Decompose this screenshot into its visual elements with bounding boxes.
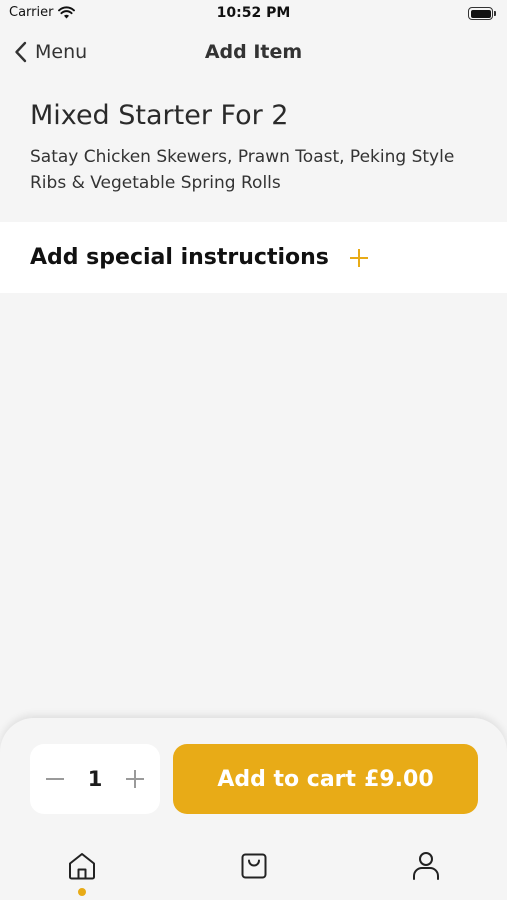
item-info: Mixed Starter For 2 Satay Chicken Skewer… [30,100,470,196]
item-name: Mixed Starter For 2 [30,100,289,131]
back-button[interactable]: Menu [14,38,87,66]
plus-icon[interactable] [349,248,369,268]
decrease-quantity-button[interactable] [44,768,66,790]
bottom-panel: 1 Add to cart £9.00 [0,718,507,900]
add-to-cart-label: Add to cart [217,766,357,792]
tab-profile[interactable] [406,846,446,886]
tab-bag[interactable] [234,846,274,886]
item-description: Satay Chicken Skewers, Prawn Toast, Peki… [30,147,455,194]
user-icon [413,852,439,880]
battery-icon [468,6,498,21]
add-special-instructions-row[interactable]: Add special instructions [0,222,507,293]
active-tab-indicator [78,888,86,896]
nav-bar: Menu Add Item [0,30,507,74]
quantity-stepper: 1 [30,744,160,814]
back-button-label: Menu [35,41,88,63]
increase-quantity-button[interactable] [124,768,146,790]
tab-home[interactable] [62,846,102,886]
chevron-left-icon [15,41,27,63]
shopping-bag-icon [241,853,267,879]
add-to-cart-price: £9.00 [364,766,434,792]
tab-bar [0,846,507,900]
status-bar: Carrier 10:52 PM [0,0,507,28]
add-item-screen: Carrier 10:52 PM Menu Add Item Mixed Sta… [0,0,507,900]
status-time: 10:52 PM [216,5,291,21]
special-instructions-label: Add special instructions [30,245,329,270]
quantity-value: 1 [87,767,103,791]
home-icon [69,853,95,880]
add-to-cart-button[interactable]: Add to cart £9.00 [173,744,478,814]
